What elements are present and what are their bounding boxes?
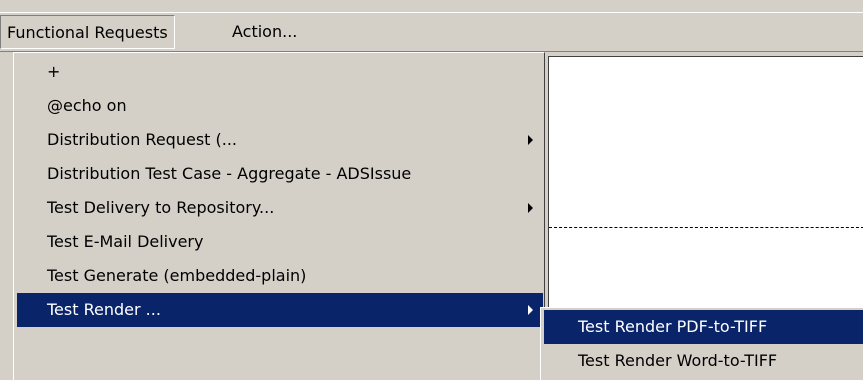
menu-item-distribution-test-case[interactable]: Distribution Test Case - Aggregate - ADS… xyxy=(17,157,543,191)
menu-item-label: Test Render ... xyxy=(47,300,161,319)
menu-item-label: @echo on xyxy=(47,96,127,115)
menu-item-plus[interactable]: + xyxy=(17,55,543,89)
submenu-item-label: Test Render PDF-to-TIFF xyxy=(578,317,768,336)
dashed-divider xyxy=(549,227,863,228)
menu-item-test-delivery-to-repository[interactable]: Test Delivery to Repository... xyxy=(17,191,543,225)
submenu-item-label: Test Render Word-to-TIFF xyxy=(578,351,778,370)
menu-item-test-render[interactable]: Test Render ... xyxy=(17,293,543,327)
menu-functional-requests[interactable]: Functional Requests xyxy=(0,15,175,49)
menu-item-label: Distribution Test Case - Aggregate - ADS… xyxy=(47,164,412,183)
menu-item-label: Test Generate (embedded-plain) xyxy=(47,266,307,285)
screen: Functional Requests Action... + @echo on… xyxy=(0,0,863,380)
menu-item-label: + xyxy=(47,62,61,81)
menu-item-test-generate[interactable]: Test Generate (embedded-plain) xyxy=(17,259,543,293)
test-render-submenu: Test Render PDF-to-TIFF Test Render Word… xyxy=(540,307,863,380)
functional-requests-dropdown: + @echo on Distribution Request (... Dis… xyxy=(13,52,545,380)
menu-item-label: Test E-Mail Delivery xyxy=(47,232,204,251)
menu-item-label: Test Delivery to Repository... xyxy=(47,198,275,217)
submenu-item-word-to-tiff[interactable]: Test Render Word-to-TIFF xyxy=(544,344,863,378)
submenu-item-pdf-to-tiff[interactable]: Test Render PDF-to-TIFF xyxy=(544,310,863,344)
submenu-arrow-icon xyxy=(528,305,533,315)
window-top-strip xyxy=(0,0,863,13)
menu-item-echo-on[interactable]: @echo on xyxy=(17,89,543,123)
submenu-arrow-icon xyxy=(528,135,533,145)
menu-item-label: Distribution Request (... xyxy=(47,130,238,149)
menu-bar: Functional Requests Action... xyxy=(0,13,863,52)
menu-item-distribution-request[interactable]: Distribution Request (... xyxy=(17,123,543,157)
menu-action[interactable]: Action... xyxy=(226,15,303,49)
submenu-arrow-icon xyxy=(528,203,533,213)
menu-item-test-email-delivery[interactable]: Test E-Mail Delivery xyxy=(17,225,543,259)
